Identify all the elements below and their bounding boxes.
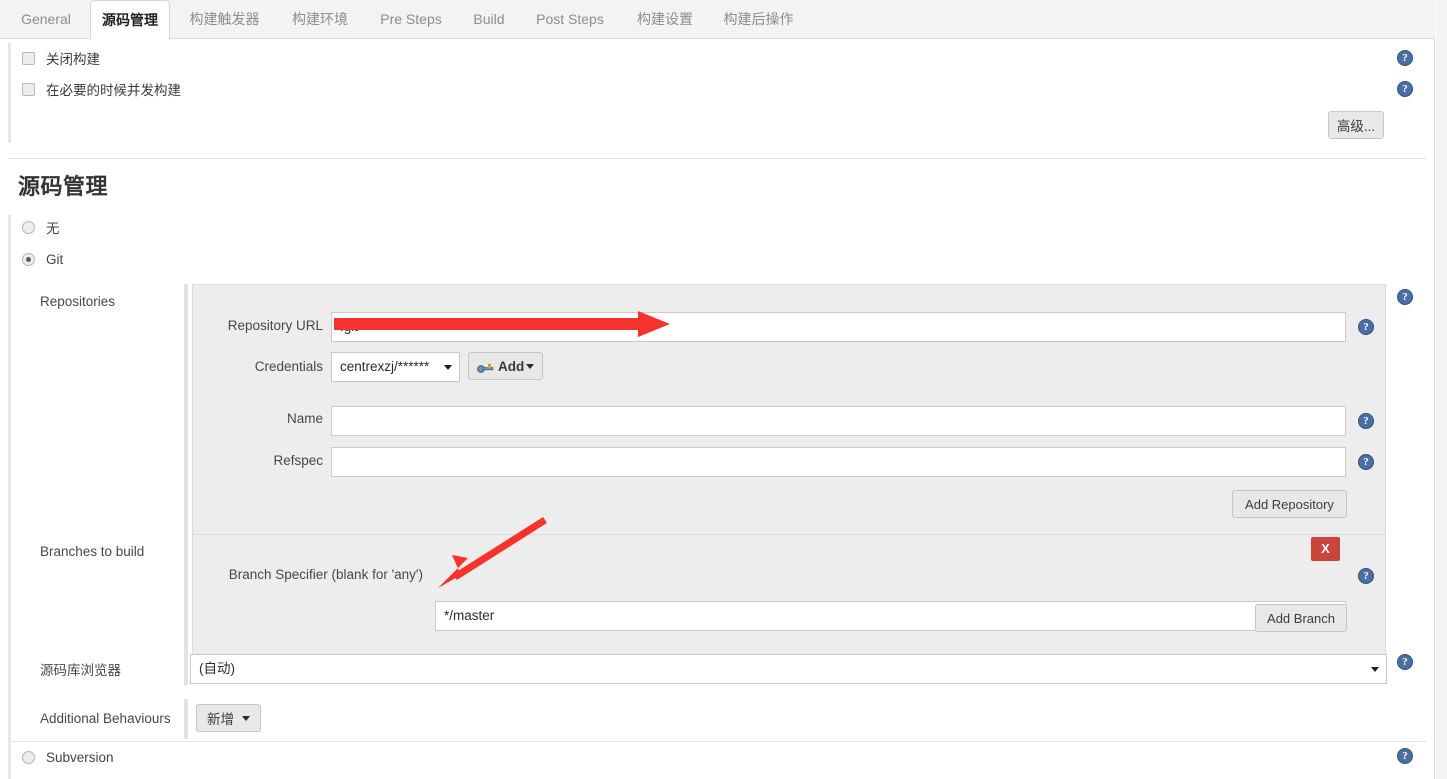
add-branch-button[interactable]: Add Branch: [1255, 604, 1347, 632]
scm-radio-git-label: Git: [46, 251, 64, 267]
refspec-label: Refspec: [273, 453, 323, 468]
section-divider: [8, 158, 1426, 159]
additional-behaviours-rail: [184, 699, 188, 739]
page-right-gutter: [1436, 0, 1447, 779]
credentials-label: Credentials: [254, 359, 323, 374]
additional-behaviours-add-label: 新增: [207, 712, 234, 727]
add-credentials-button[interactable]: Add: [468, 352, 544, 380]
chevron-down-icon-credentials: [444, 365, 452, 370]
chevron-down-icon-repository-browser: [1371, 667, 1379, 672]
help-icon-concurrent-build[interactable]: [1397, 81, 1413, 97]
tab-source-code-management[interactable]: 源码管理: [90, 0, 170, 40]
scm-left-rail: [8, 215, 11, 779]
repository-browser-selected-value: (自动): [199, 661, 235, 676]
chevron-down-icon-add-credentials: [526, 363, 535, 369]
scm-radio-none[interactable]: [22, 220, 35, 234]
branches-to-build-label: Branches to build: [40, 544, 145, 559]
additional-behaviours-add-button[interactable]: 新增: [196, 704, 261, 732]
add-repository-button[interactable]: Add Repository: [1232, 490, 1347, 518]
help-icon-disable-build[interactable]: [1397, 50, 1413, 66]
tab-pre-steps[interactable]: Pre Steps: [370, 0, 452, 39]
tab-post-build-actions[interactable]: 构建后操作: [712, 0, 805, 39]
help-icon-branch-specifier[interactable]: [1358, 568, 1374, 584]
repository-browser-select[interactable]: (自动): [190, 654, 1387, 684]
help-icon-repositories[interactable]: [1397, 289, 1413, 305]
concurrent-build-label: 在必要的时候并发构建: [46, 83, 181, 98]
additional-behaviours-label: Additional Behaviours: [40, 711, 171, 726]
help-icon-repository-name[interactable]: [1358, 413, 1374, 429]
repository-browser-label: 源码库浏览器: [40, 663, 121, 678]
scm-radio-none-label: 无: [46, 221, 60, 236]
repository-name-input[interactable]: [331, 406, 1346, 436]
credentials-select[interactable]: centrexzj/******: [331, 352, 460, 382]
branch-specifier-label: Branch Specifier (blank for 'any'): [228, 567, 423, 582]
repositories-label: Repositories: [40, 294, 116, 309]
tab-build-settings[interactable]: 构建设置: [626, 0, 704, 39]
scm-radio-subversion-label: Subversion: [46, 749, 114, 765]
scm-radio-row-git[interactable]: Git: [22, 250, 63, 268]
tab-build-environment[interactable]: 构建环境: [281, 0, 359, 39]
tab-build[interactable]: Build: [464, 0, 514, 39]
refspec-input[interactable]: [331, 447, 1346, 477]
help-icon-repository-url[interactable]: [1358, 319, 1374, 335]
help-icon-refspec[interactable]: [1358, 454, 1374, 470]
add-credentials-label: Add: [498, 358, 525, 374]
key-icon: [477, 361, 494, 373]
config-content: 关闭构建 在必要的时候并发构建 高级... 源码管理 无: [0, 39, 1435, 779]
scm-bottom-divider: [8, 741, 1426, 742]
disable-build-label: 关闭构建: [46, 52, 100, 67]
repository-url-label: Repository URL: [227, 318, 323, 333]
help-icon-repository-browser[interactable]: [1397, 654, 1413, 670]
advanced-button[interactable]: 高级...: [1328, 111, 1384, 139]
repository-url-input[interactable]: .git: [331, 312, 1346, 342]
repository-name-label: Name: [286, 411, 323, 426]
delete-branch-button[interactable]: X: [1311, 537, 1340, 561]
branch-specifier-input[interactable]: */master: [435, 601, 1346, 631]
page-body: General 源码管理 构建触发器 构建环境 Pre Steps Build …: [0, 0, 1435, 779]
disable-build-checkbox[interactable]: [22, 51, 35, 65]
checkbox-row-disable-build[interactable]: 关闭构建: [22, 49, 100, 67]
scm-radio-git[interactable]: [22, 252, 35, 266]
scm-radio-subversion[interactable]: [22, 750, 35, 764]
jenkins-job-config-screen: General 源码管理 构建触发器 构建环境 Pre Steps Build …: [0, 0, 1447, 779]
repository-browser-rail: [184, 651, 188, 685]
options-left-rail: [8, 43, 11, 143]
tab-post-steps[interactable]: Post Steps: [524, 0, 616, 39]
tab-general[interactable]: General: [10, 0, 82, 39]
page-title: 源码管理: [18, 174, 109, 199]
scm-radio-row-subversion[interactable]: Subversion: [22, 748, 114, 766]
credentials-selected-value: centrexzj/******: [340, 359, 430, 374]
config-tab-bar: General 源码管理 构建触发器 构建环境 Pre Steps Build …: [0, 0, 1435, 40]
help-icon-subversion[interactable]: [1397, 748, 1413, 764]
scm-radio-row-none[interactable]: 无: [22, 218, 60, 236]
concurrent-build-checkbox[interactable]: [22, 82, 35, 96]
chevron-down-icon-additional-behaviours: [242, 715, 250, 721]
checkbox-row-concurrent-build[interactable]: 在必要的时候并发构建: [22, 80, 181, 98]
tab-build-triggers[interactable]: 构建触发器: [178, 0, 271, 39]
